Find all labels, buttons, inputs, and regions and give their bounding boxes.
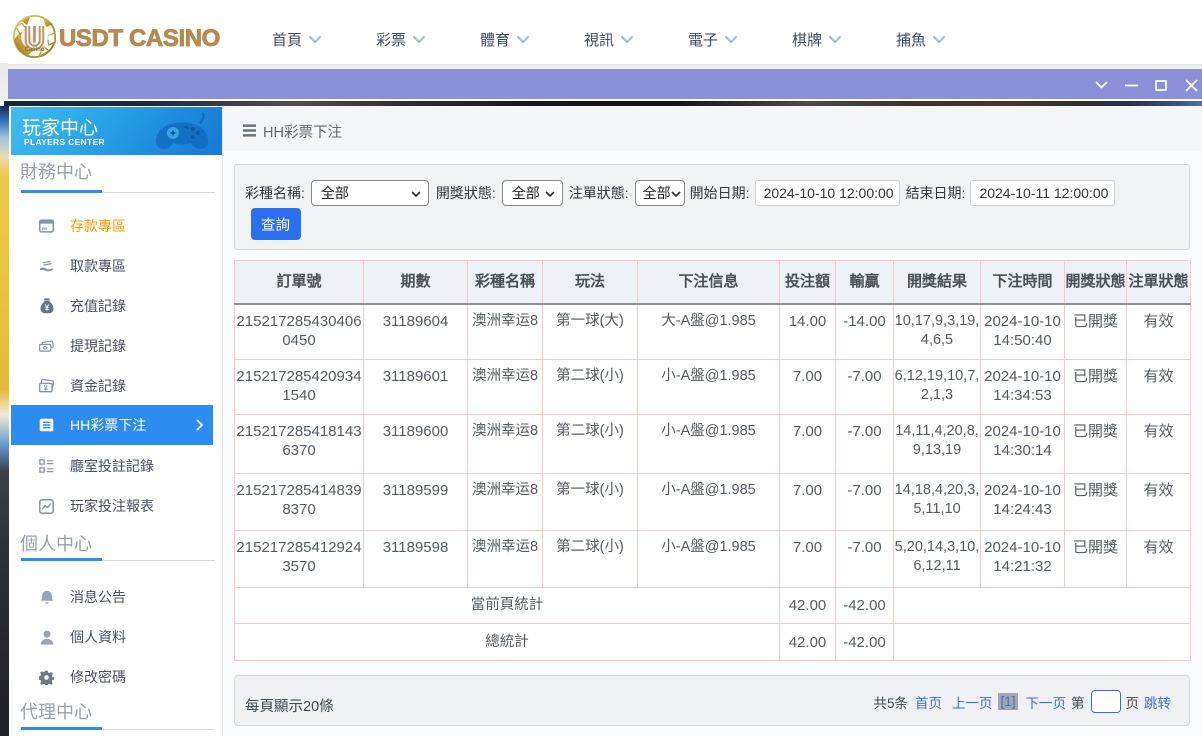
svg-text:¥: ¥ [44,304,49,313]
svg-text:Casino: Casino [24,47,44,53]
svg-text:¥: ¥ [44,385,48,392]
